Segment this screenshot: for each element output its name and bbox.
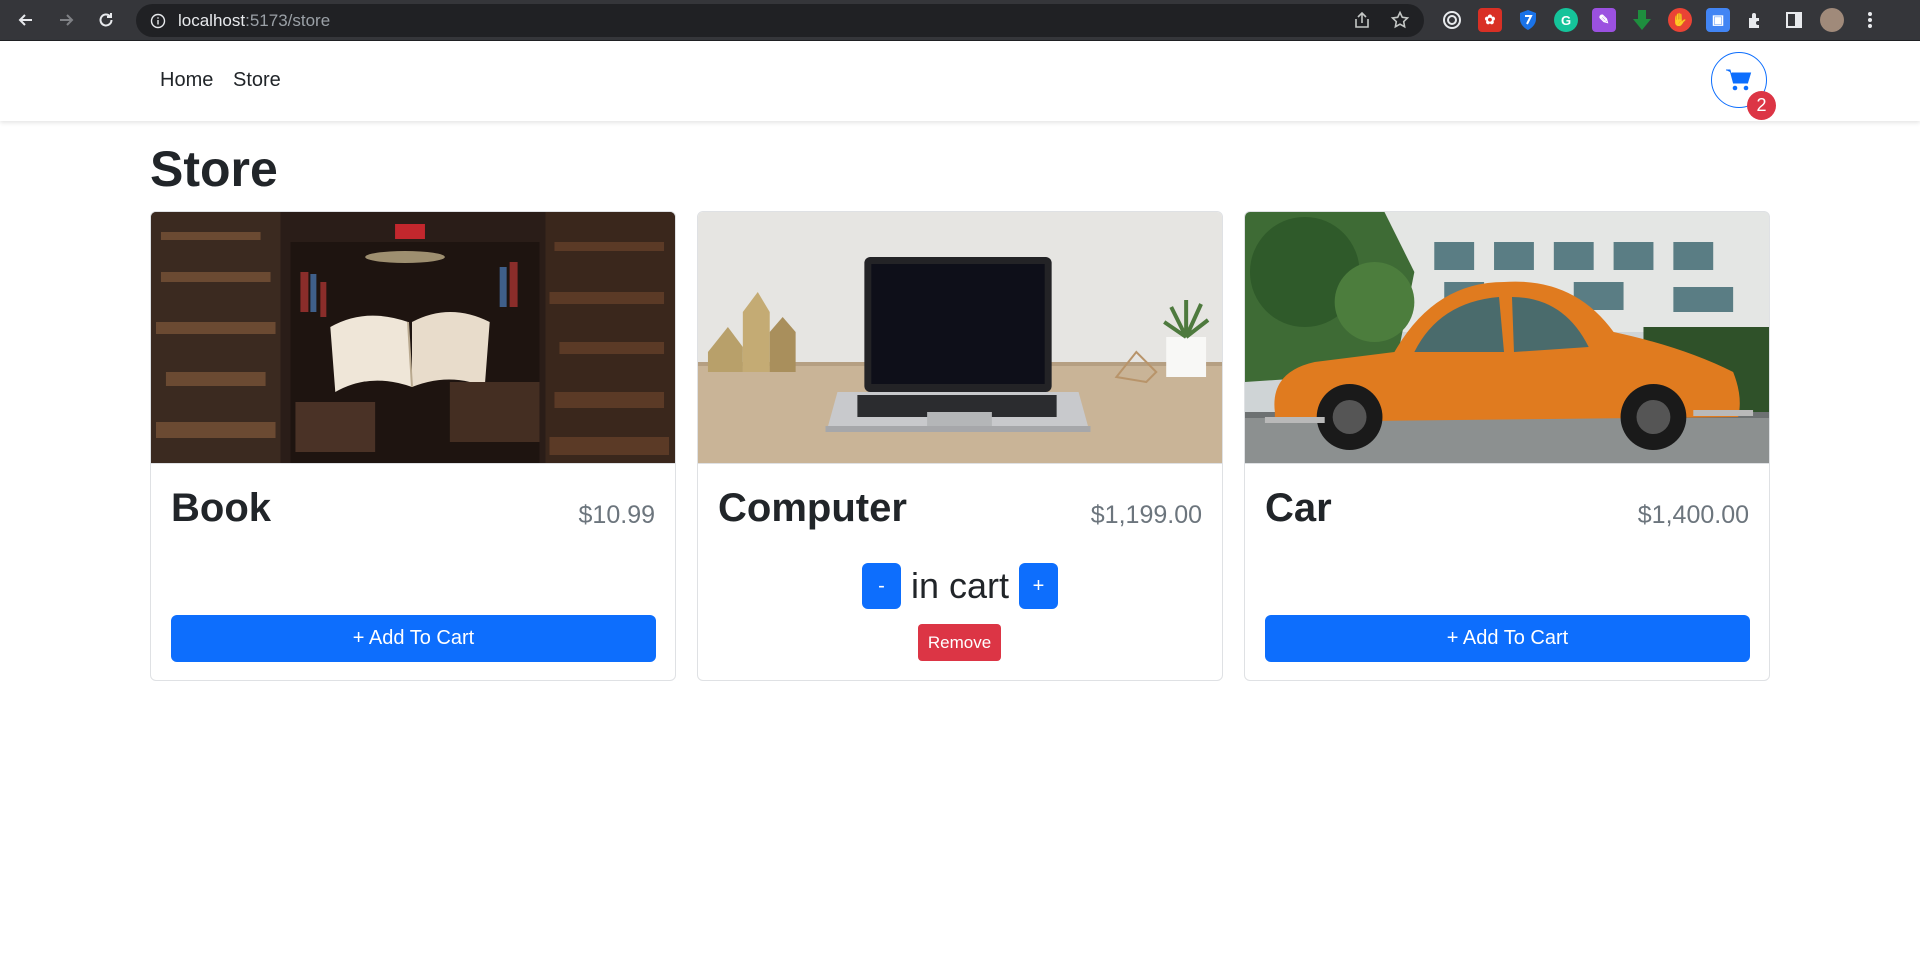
magic-icon[interactable]: ✎ bbox=[1592, 8, 1616, 32]
remove-button[interactable]: Remove bbox=[918, 624, 1001, 661]
profile-avatar[interactable] bbox=[1820, 8, 1844, 32]
add-to-cart-button[interactable]: + Add To Cart bbox=[1265, 615, 1750, 662]
forward-icon[interactable] bbox=[52, 6, 80, 34]
in-cart-label: in cart bbox=[910, 565, 1010, 606]
product-card-computer: Computer $1,199.00 - in cart + Remove bbox=[697, 211, 1223, 681]
product-name: Book bbox=[171, 486, 271, 530]
browser-toolbar: localhost:5173/store ✿ G ✎ ✋ ▣ bbox=[0, 0, 1920, 41]
stop-icon[interactable]: ✋ bbox=[1668, 8, 1692, 32]
product-price: $10.99 bbox=[578, 501, 655, 529]
car-image bbox=[1245, 212, 1769, 464]
bookmark-star-icon[interactable] bbox=[1390, 10, 1410, 30]
computer-image bbox=[698, 212, 1222, 464]
decrement-button[interactable]: - bbox=[861, 563, 901, 609]
url-text: localhost:5173/store bbox=[178, 10, 331, 30]
product-price: $1,400.00 bbox=[1637, 501, 1749, 529]
download-icon[interactable] bbox=[1630, 8, 1654, 32]
product-price: $1,199.00 bbox=[1090, 501, 1202, 529]
nav-link-store[interactable]: Store bbox=[233, 69, 281, 92]
sidebar-icon[interactable] bbox=[1782, 8, 1806, 32]
back-icon[interactable] bbox=[12, 6, 40, 34]
product-name: Computer bbox=[718, 486, 907, 530]
book-image bbox=[151, 212, 675, 464]
add-to-cart-button[interactable]: + Add To Cart bbox=[171, 615, 656, 662]
target-icon[interactable] bbox=[1440, 8, 1464, 32]
grammarly-icon[interactable]: G bbox=[1554, 8, 1578, 32]
screen-icon[interactable]: ▣ bbox=[1706, 8, 1730, 32]
quantity-controls: - in cart + bbox=[698, 563, 1222, 609]
share-icon[interactable] bbox=[1352, 10, 1372, 30]
address-bar[interactable]: localhost:5173/store bbox=[136, 4, 1424, 37]
cart-count-badge: 2 bbox=[1747, 91, 1776, 120]
app-navbar: Home Store 2 bbox=[0, 41, 1920, 121]
reload-icon[interactable] bbox=[92, 6, 120, 34]
increment-button[interactable]: + bbox=[1019, 563, 1059, 609]
menu-icon[interactable] bbox=[1858, 8, 1882, 32]
cart-icon bbox=[1726, 69, 1752, 91]
extensions-icon[interactable] bbox=[1744, 8, 1768, 32]
product-card-car: Car $1,400.00 + Add To Cart bbox=[1244, 211, 1770, 681]
product-card-book: Book $10.99 + Add To Cart bbox=[150, 211, 676, 681]
shield-icon[interactable] bbox=[1516, 8, 1540, 32]
site-info-icon[interactable] bbox=[150, 13, 166, 29]
puzzle-red-icon[interactable]: ✿ bbox=[1478, 8, 1502, 32]
product-name: Car bbox=[1265, 486, 1332, 530]
page-title: Store bbox=[150, 141, 278, 197]
nav-link-home[interactable]: Home bbox=[160, 69, 213, 92]
